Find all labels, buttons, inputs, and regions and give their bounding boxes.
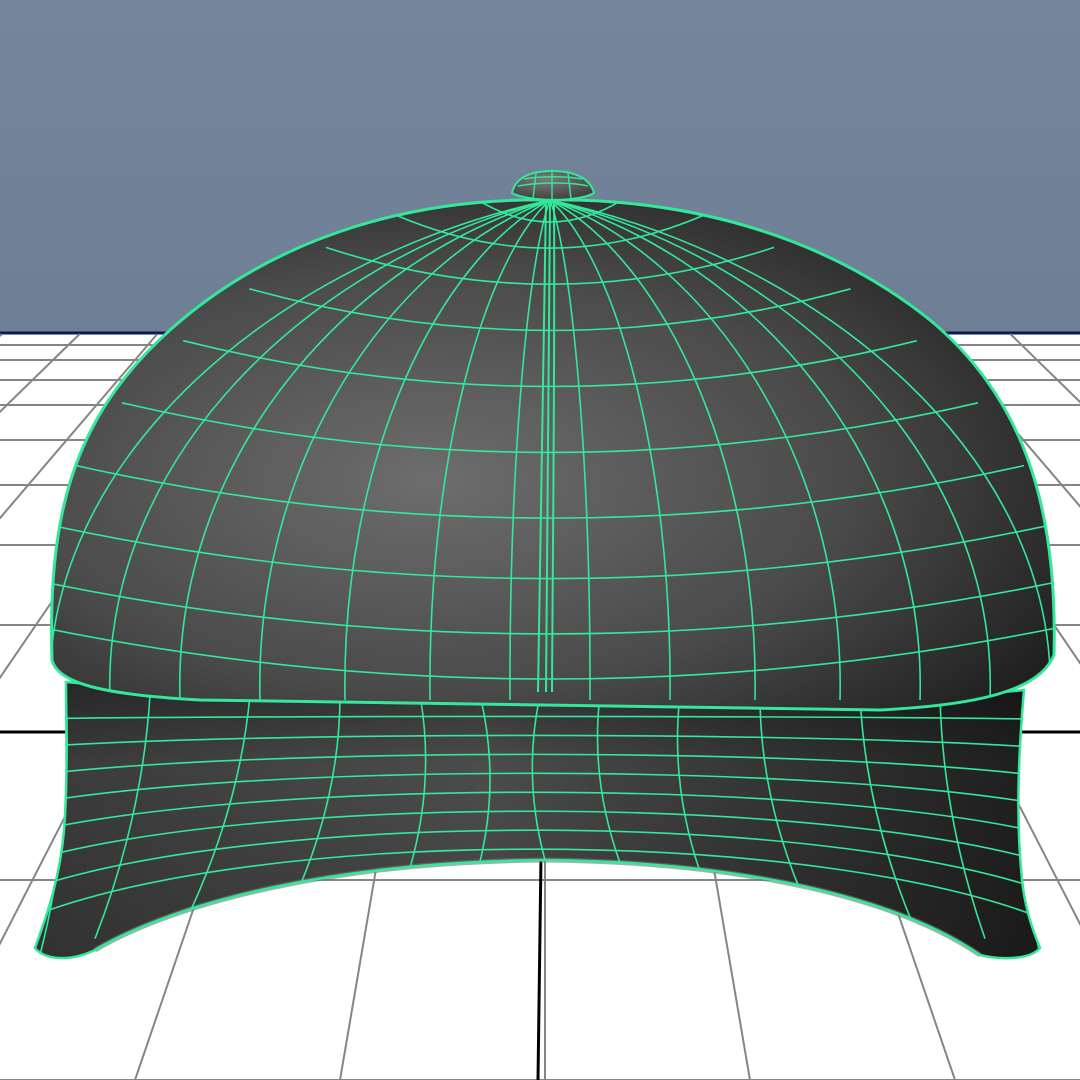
maya-viewport[interactable] xyxy=(0,0,1080,1080)
viewport-canvas[interactable] xyxy=(0,0,1080,1080)
